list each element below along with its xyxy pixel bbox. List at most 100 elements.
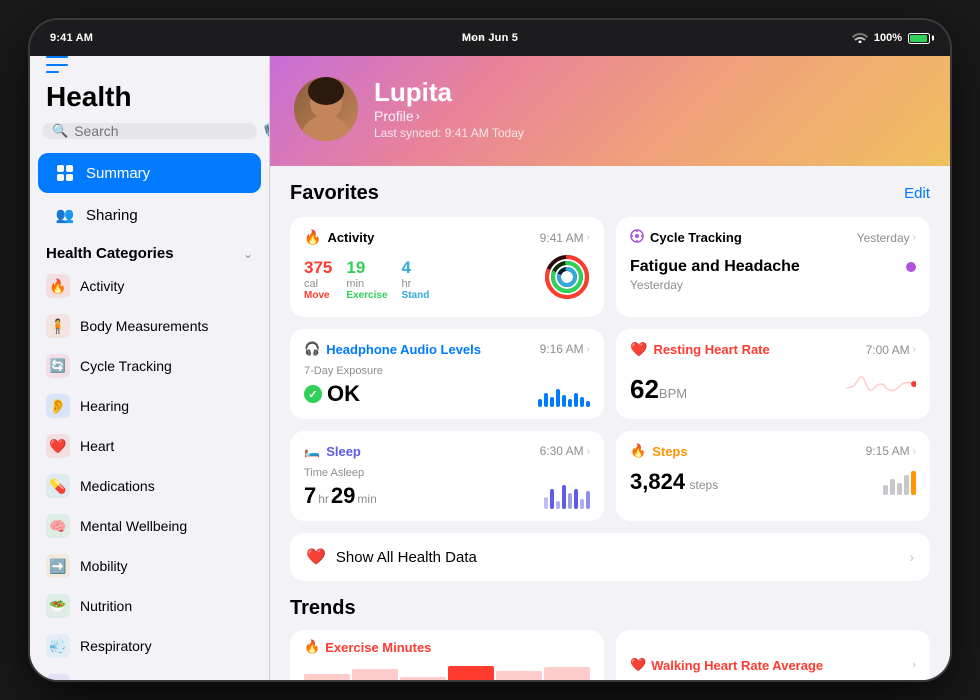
exercise-trend-content: 🔥 Exercise Minutes [304,639,590,680]
show-all-health-row[interactable]: ❤️ Show All Health Data › [290,533,930,581]
profile-info: Lupita Profile › Last synced: 9:41 AM To… [374,78,524,141]
steps-bar-4 [904,475,909,495]
exercise-trend-bar [400,677,446,680]
bpm-value: 62 [630,374,659,404]
hp-bar-9 [586,401,590,407]
show-all-label: Show All Health Data [336,549,899,566]
steps-card[interactable]: 🔥 Steps 9:15 AM › 3,824 steps [616,431,930,521]
steps-card-header: 🔥 Steps 9:15 AM › [630,443,916,459]
activity-stats-group: 375 cal Move 19 min Exercise [304,258,429,301]
sidebar-item-mental-wellbeing[interactable]: 🧠 Mental Wellbeing [30,506,269,546]
steps-values: 3,824 steps [630,469,718,495]
exercise-minutes-trend[interactable]: 🔥 Exercise Minutes [290,630,604,680]
headphone-card[interactable]: 🎧 Headphone Audio Levels 9:16 AM › 7-Day… [290,329,604,419]
sleep-min-val: 29 [331,483,355,509]
cycle-dot [906,262,916,272]
hr-sparkline [844,366,916,405]
sidebar-item-summary[interactable]: Summary [38,153,261,193]
health-categories-label: Health Categories [46,245,174,262]
sidebar-item-sleep[interactable]: 🛏️ Sleep [30,666,269,680]
exercise-trend-label: 🔥 Exercise Minutes [304,639,590,655]
sidebar-item-respiratory[interactable]: 💨 Respiratory [30,626,269,666]
categories-chevron-icon[interactable]: ⌄ [243,247,253,261]
headphone-info: 7-Day Exposure ✓ OK [304,365,383,407]
sidebar-toolbar [30,56,269,73]
exercise-val: 19 [346,258,387,278]
activity-card-icon: 🔥 [304,229,321,246]
exercise-trend-bar [304,674,350,680]
exercise-stat: 19 min Exercise [346,258,387,301]
nutrition-label: Nutrition [80,598,132,614]
activity-icon: 🔥 [46,274,70,298]
cycle-symptom-date: Yesterday [630,278,800,292]
sidebar-item-activity[interactable]: 🔥 Activity [30,266,269,306]
stand-label: Stand [402,290,430,301]
cycle-card-header: Cycle Tracking Yesterday › [630,229,916,246]
hp-bar-8 [580,397,584,407]
steps-bar-1 [883,485,888,495]
sidebar-item-sharing[interactable]: 👥 Sharing [38,195,261,235]
walking-hr-chevron: › [912,659,916,671]
headphone-card-time: 9:16 AM › [540,342,590,356]
sleep-card-header: 🛏️ Sleep 6:30 AM › [304,443,590,459]
status-right-group: 100% [852,31,930,46]
sleep-bars [544,481,590,509]
cycle-icon-svg [630,229,644,243]
headphone-card-body: 7-Day Exposure ✓ OK [304,365,590,407]
sleep-bar-5 [568,493,572,509]
sleep-bar-2 [550,489,554,509]
cycle-tracking-icon: 🔄 [46,354,70,378]
sidebar-item-nutrition[interactable]: 🥗 Nutrition [30,586,269,626]
ok-badge: ✓ OK [304,381,383,407]
activity-card[interactable]: 🔥 Activity 9:41 AM › 375 [290,217,604,317]
sidebar-item-medications[interactable]: 💊 Medications [30,466,269,506]
exercise-trend-bar [496,671,542,680]
search-input[interactable] [74,123,255,139]
activity-card-header: 🔥 Activity 9:41 AM › [304,229,590,246]
sleep-time-display: 7 hr 29 min [304,483,377,509]
move-stat: 375 cal Move [304,258,332,301]
mobility-icon: ➡️ [46,554,70,578]
sidebar-item-cycle-tracking[interactable]: 🔄 Cycle Tracking [30,346,269,386]
sharing-icon: 👥 [54,204,76,226]
sidebar-item-mobility[interactable]: ➡️ Mobility [30,546,269,586]
steps-val: 3,824 [630,469,685,494]
hearing-icon: 👂 [46,394,70,418]
walking-hr-trend[interactable]: ❤️ Walking Heart Rate Average › [616,630,930,680]
profile-link[interactable]: Profile › [374,108,524,124]
walking-hr-icon: ❤️ [630,657,646,673]
favorites-header: Favorites Edit [290,182,930,205]
heart-label: Heart [80,438,114,454]
show-all-chevron-icon: › [909,549,914,565]
avatar[interactable] [294,77,358,141]
respiratory-label: Respiratory [80,638,152,654]
steps-unit: steps [690,478,719,492]
exercise-trend-bar [352,669,398,680]
stand-val: 4 [402,258,430,278]
body-measurements-label: Body Measurements [80,318,208,334]
cycle-tracking-card[interactable]: Cycle Tracking Yesterday › Fatigue and H… [616,217,930,317]
edit-button[interactable]: Edit [904,185,930,202]
sleep-card-time: 6:30 AM › [540,444,590,458]
walking-hr-label: ❤️ Walking Heart Rate Average [630,657,912,673]
sleep-card[interactable]: 🛏️ Sleep 6:30 AM › Time Asleep [290,431,604,521]
sleep-bar-4 [562,485,566,509]
move-label: Move [304,290,332,301]
cycle-info: Fatigue and Headache Yesterday [630,258,800,292]
sleep-hr-val: 7 [304,483,316,509]
steps-card-icon: 🔥 [630,443,646,459]
sidebar-item-heart[interactable]: ❤️ Heart [30,426,269,466]
sleep-label: Sleep [80,678,116,680]
steps-bar-3 [897,483,902,495]
sidebar-item-body-measurements[interactable]: 🧍 Body Measurements [30,306,269,346]
stand-unit: hr [402,278,430,290]
search-bar[interactable]: 🔍 🎙️ [42,123,257,139]
activity-card-time: 9:41 AM › [540,231,590,245]
activity-card-chevron: › [587,232,590,243]
resting-hr-card[interactable]: ❤️ Resting Heart Rate 7:00 AM › 62BPM [616,329,930,419]
sidebar-toggle-icon[interactable] [46,56,68,73]
hp-bar-6 [568,399,572,407]
sidebar-item-hearing[interactable]: 👂 Hearing [30,386,269,426]
mic-icon[interactable]: 🎙️ [261,123,270,139]
cycle-card-body: Fatigue and Headache Yesterday [630,258,916,292]
